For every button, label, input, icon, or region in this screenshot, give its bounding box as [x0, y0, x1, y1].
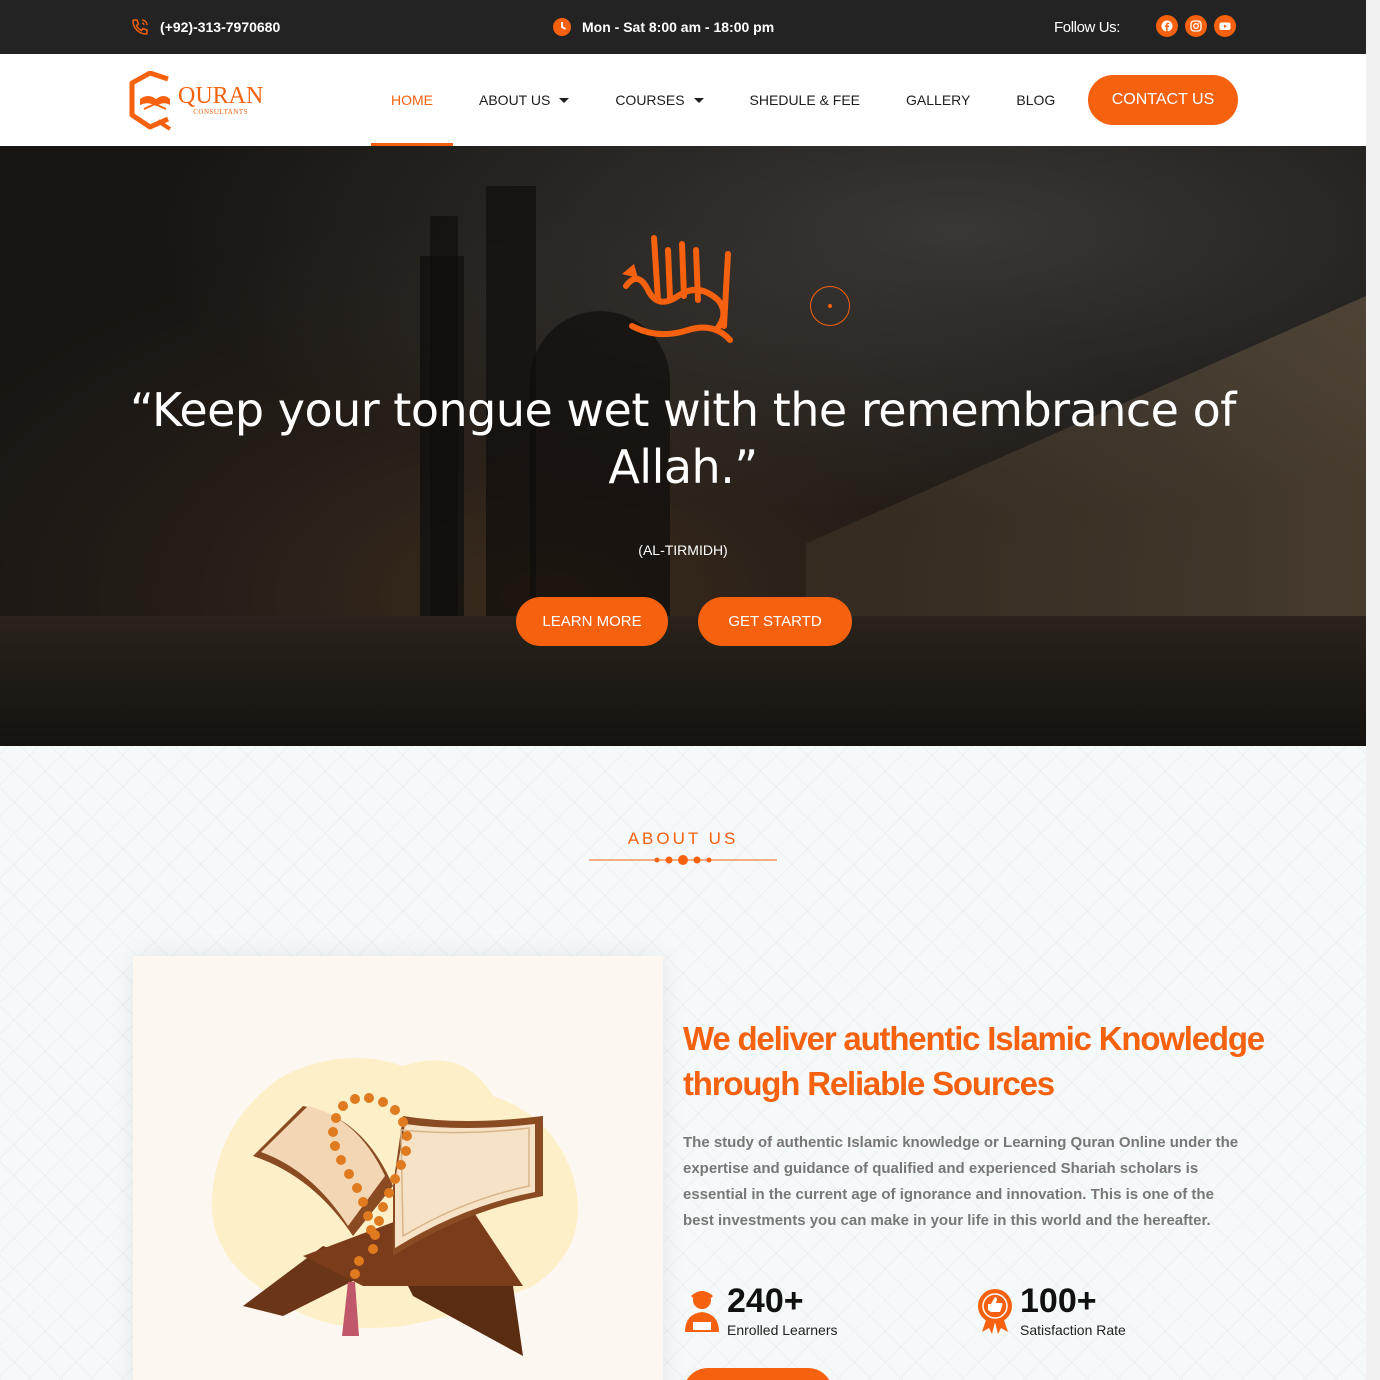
decorative-ring-icon: [810, 286, 850, 326]
top-bar: (+92)-313-7970680 Mon - Sat 8:00 am - 18…: [0, 0, 1366, 54]
hero-quote: “Keep your tongue wet with the remembran…: [130, 383, 1236, 494]
hero-quote-source: (AL-TIRMIDH): [638, 542, 728, 558]
main-menu: HOME ABOUT US COURSES SHEDULE & FEE GALL…: [371, 54, 1075, 146]
nav-item-label: COURSES: [615, 92, 685, 108]
hero-ground: [0, 616, 1366, 746]
page-scrollbar[interactable]: [1366, 0, 1380, 1380]
follow-us-label: Follow Us:: [1054, 18, 1121, 36]
quran-on-stand-illustration: [211, 1058, 593, 1356]
stat-label: Enrolled Learners: [727, 1322, 838, 1338]
youtube-icon[interactable]: [1214, 15, 1236, 37]
stat-enrolled-learners: 240+ Enrolled Learners: [683, 1282, 838, 1338]
about-cta-button[interactable]: [683, 1368, 833, 1380]
site-logo[interactable]: QURAN CONSULTANTS: [128, 71, 268, 131]
quran-illustration-card: [133, 956, 663, 1380]
nav-item-schedule-fee[interactable]: SHEDULE & FEE: [730, 54, 880, 146]
hero-section: “Keep your tongue wet with the remembran…: [0, 146, 1366, 746]
learner-icon: [685, 1291, 719, 1332]
business-hours: Mon - Sat 8:00 am - 18:00 pm: [552, 0, 774, 54]
phone-number: (+92)-313-7970680: [160, 19, 281, 35]
nav-item-courses[interactable]: COURSES: [595, 54, 723, 146]
brand-name: QURAN: [178, 83, 264, 109]
satisfaction-badge-icon: [978, 1289, 1012, 1334]
get-started-button[interactable]: GET STARTD: [698, 597, 852, 646]
phone-contact[interactable]: (+92)-313-7970680: [130, 0, 280, 54]
caret-down-icon: [559, 97, 570, 103]
nav-item-home[interactable]: HOME: [371, 54, 453, 146]
nav-item-label: GALLERY: [906, 92, 971, 108]
alhamdulillah-calligraphy-icon: [622, 235, 733, 343]
phone-icon: [130, 17, 150, 37]
clock-icon: [552, 17, 572, 37]
stat-satisfaction-rate: 100+ Satisfaction Rate: [976, 1282, 1126, 1338]
learn-more-button[interactable]: LEARN MORE: [516, 597, 668, 646]
nav-item-label: ABOUT US: [479, 92, 551, 108]
main-navbar: QURAN CONSULTANTS HOME ABOUT US COURSES …: [0, 54, 1366, 146]
hours-text: Mon - Sat 8:00 am - 18:00 pm: [582, 19, 775, 35]
about-heading: We deliver authentic Islamic Knowledge t…: [683, 1020, 1265, 1102]
nav-item-label: BLOG: [1016, 92, 1056, 108]
nav-item-gallery[interactable]: GALLERY: [886, 54, 990, 146]
nav-item-about-us[interactable]: ABOUT US: [459, 54, 589, 146]
about-description: The study of authentic Islamic knowledge…: [683, 1134, 1239, 1229]
section-divider: [589, 855, 777, 865]
contact-us-button[interactable]: CONTACT US: [1088, 75, 1238, 125]
instagram-icon[interactable]: [1185, 15, 1207, 37]
stat-value: 240+: [727, 1282, 804, 1320]
stat-label: Satisfaction Rate: [1020, 1322, 1126, 1338]
social-links: [1156, 15, 1236, 37]
nav-item-label: SHEDULE & FEE: [749, 92, 861, 108]
stat-value: 100+: [1020, 1282, 1097, 1320]
nav-item-label: HOME: [391, 92, 433, 108]
logo-emblem-icon: [129, 71, 172, 131]
section-kicker: ABOUT US: [627, 829, 739, 848]
about-section: ABOUT US We deliver authentic Islamic Kn…: [0, 746, 1366, 1380]
caret-down-icon: [693, 97, 704, 103]
nav-item-blog[interactable]: BLOG: [996, 54, 1075, 146]
facebook-icon[interactable]: [1156, 15, 1178, 37]
